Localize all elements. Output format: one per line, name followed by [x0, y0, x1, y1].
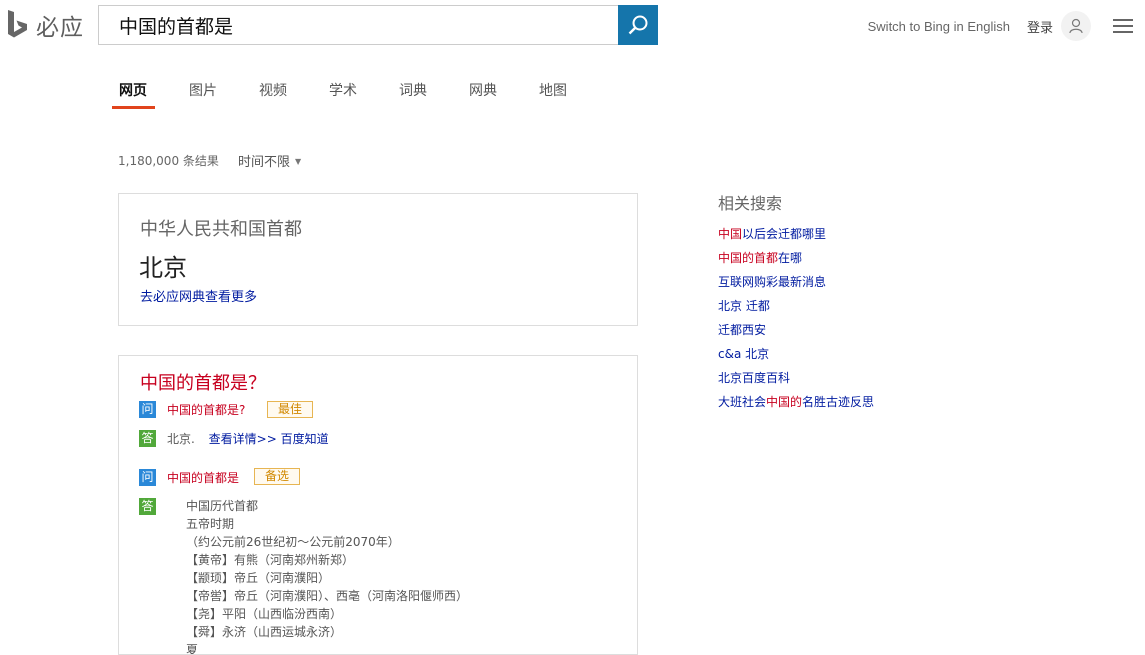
caret-down-icon: ▼: [295, 157, 302, 166]
search-input[interactable]: [99, 6, 618, 44]
related-item[interactable]: 互联网购彩最新消息: [718, 270, 874, 294]
answer-text: 北京: [139, 254, 187, 282]
bing-logo[interactable]: 必应: [6, 8, 84, 42]
question-link-2[interactable]: 中国的首都是: [167, 469, 239, 486]
answer-badge: 答: [139, 498, 156, 515]
tab-videos[interactable]: 视频: [252, 80, 322, 110]
logo-text: 必应: [36, 15, 84, 41]
related-item[interactable]: 北京百度百科: [718, 366, 874, 390]
content-line: 【尧】平阳（山西临汾西南）: [186, 607, 343, 621]
qa-card: 中国的首都是？ 问 中国的首都是? 最佳 答 北京. 查看详情>> 百度知道 问…: [118, 355, 638, 655]
top-right-nav: Switch to Bing in English 登录: [868, 8, 1145, 44]
tab-dictionary[interactable]: 词典: [392, 80, 462, 110]
answer-card: 中华人民共和国首都 北京 去必应网典查看更多: [118, 193, 638, 326]
content-line: 【颛顼】帝丘（河南濮阳）: [186, 571, 331, 585]
content-line: 中国历代首都: [186, 499, 259, 513]
view-details-link[interactable]: 查看详情>>: [209, 432, 277, 446]
tab-maps[interactable]: 地图: [532, 80, 602, 110]
content-line: 【帝喾】帝丘（河南濮阳）、西亳（河南洛阳偃师西）: [186, 589, 469, 603]
answer-badge: 答: [139, 430, 156, 447]
question-badge: 问: [139, 469, 156, 486]
question-link-1[interactable]: 中国的首都是?: [167, 401, 245, 418]
avatar[interactable]: [1061, 11, 1091, 41]
content-line: 【舜】永济（山西运城永济）: [186, 625, 343, 639]
related-title: 相关搜索: [718, 194, 783, 213]
login-link[interactable]: 登录: [1027, 17, 1053, 36]
source-link[interactable]: 百度知道: [281, 432, 329, 446]
user-icon: [1069, 18, 1083, 34]
related-item[interactable]: 大班社会中国的名胜古迹反思: [718, 390, 874, 414]
answer-more-link[interactable]: 去必应网典查看更多: [140, 286, 257, 305]
answer-text-1: 北京.: [167, 432, 195, 446]
result-count: 1,180,000 条结果: [118, 154, 219, 168]
search-icon: [628, 15, 648, 35]
related-item[interactable]: 中国以后会迁都哪里: [718, 222, 874, 246]
time-filter-dropdown[interactable]: 时间不限 ▼: [238, 151, 301, 170]
content-line: （约公元前26世纪初～公元前2070年）: [186, 535, 400, 549]
qa-card-title[interactable]: 中国的首都是？: [140, 369, 266, 395]
search-box: [98, 5, 658, 45]
answer-subtitle: 中华人民共和国首都: [140, 219, 302, 240]
content-line: 【黄帝】有熊（河南郑州新郑）: [186, 553, 355, 567]
time-filter-label: 时间不限: [238, 155, 291, 170]
answer-row-1: 北京. 查看详情>> 百度知道: [167, 430, 329, 447]
related-item[interactable]: 北京 迁都: [718, 294, 874, 318]
related-item[interactable]: 中国的首都在哪: [718, 246, 874, 270]
switch-english-link[interactable]: Switch to Bing in English: [868, 19, 1010, 34]
alternate-answer-tag: 备选: [254, 468, 301, 485]
related-searches: 相关搜索 中国以后会迁都哪里 中国的首都在哪 互联网购彩最新消息 北京 迁都 迁…: [718, 190, 874, 414]
answer-content-2: 中国历代首都 五帝时期 （约公元前26世纪初～公元前2070年） 【黄帝】有熊（…: [186, 497, 469, 655]
hamburger-menu-icon[interactable]: [1113, 15, 1133, 37]
related-item[interactable]: c&a 北京: [718, 342, 874, 366]
search-tabs: 网页 图片 视频 学术 词典 网典 地图: [112, 80, 602, 110]
tab-academic[interactable]: 学术: [322, 80, 392, 110]
tab-images[interactable]: 图片: [182, 80, 252, 110]
bing-b-icon: [8, 10, 27, 38]
active-tab-underline: [112, 106, 155, 109]
content-line: 五帝时期: [186, 517, 235, 531]
content-line: 夏: [186, 643, 199, 655]
related-item[interactable]: 迁都西安: [718, 318, 874, 342]
search-button[interactable]: [618, 5, 658, 45]
question-badge: 问: [139, 401, 156, 418]
best-answer-tag: 最佳: [267, 401, 314, 418]
tab-web[interactable]: 网页: [112, 80, 182, 110]
tab-encyclopedia[interactable]: 网典: [462, 80, 532, 110]
